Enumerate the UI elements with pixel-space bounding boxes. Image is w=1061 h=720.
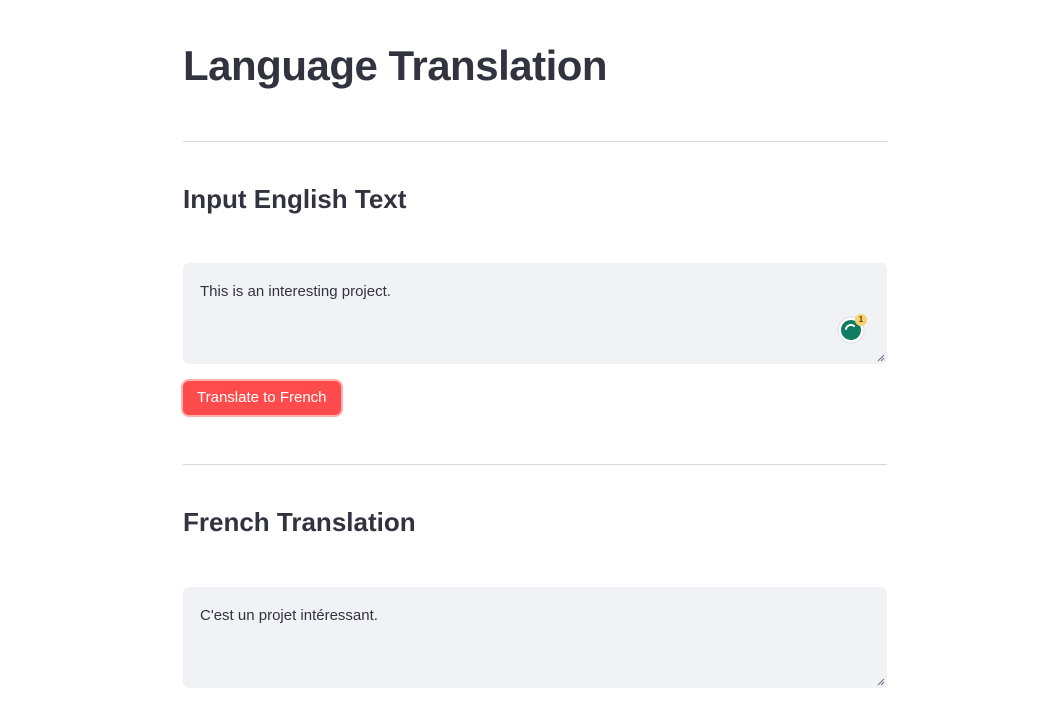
output-section-heading: French Translation: [183, 507, 416, 537]
resize-handle-icon[interactable]: [877, 678, 885, 686]
app-page: Language Translation Input English Text …: [0, 0, 1061, 720]
resize-handle-icon[interactable]: [877, 354, 885, 362]
divider-top: [183, 141, 887, 142]
page-title: Language Translation: [183, 42, 608, 89]
french-translation-value[interactable]: C'est un projet intéressant.: [200, 606, 827, 626]
translate-to-french-button[interactable]: Translate to French: [183, 381, 341, 415]
english-text-input[interactable]: This is an interesting project. 1: [183, 263, 887, 364]
english-text-value[interactable]: This is an interesting project.: [200, 282, 827, 302]
grammar-badge-count: 1: [855, 314, 867, 326]
french-translation-output[interactable]: C'est un projet intéressant.: [183, 587, 887, 688]
divider-middle: [183, 464, 887, 465]
input-section-heading: Input English Text: [183, 184, 407, 214]
